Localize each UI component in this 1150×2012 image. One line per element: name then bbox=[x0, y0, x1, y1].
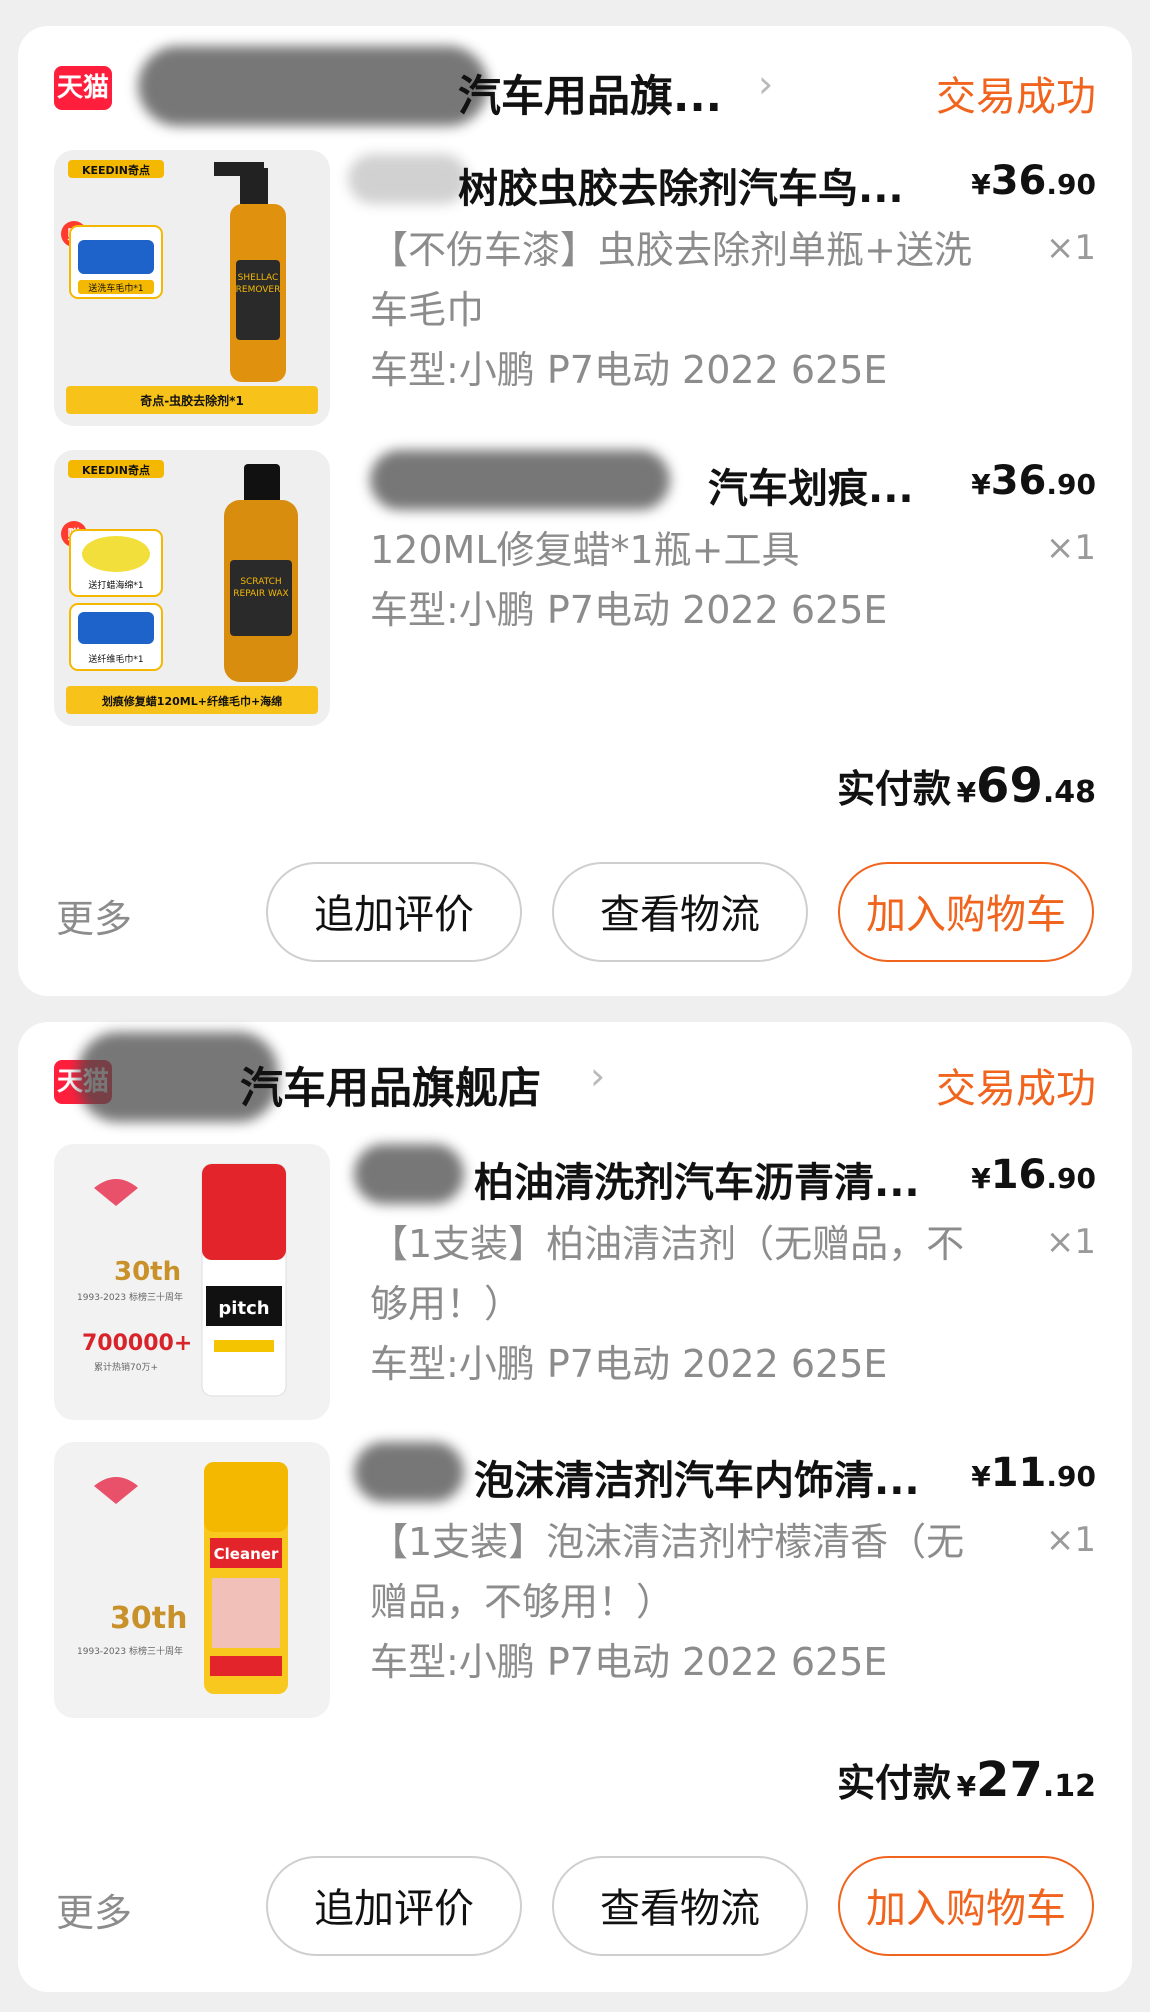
shop-header[interactable]: 天猫 汽车用品旗... › 交易成功 bbox=[18, 26, 1132, 146]
view-logistics-button[interactable]: 查看物流 bbox=[552, 1856, 808, 1956]
order-status: 交易成功 bbox=[936, 1066, 1096, 1112]
shop-header[interactable]: 天猫 汽车用品旗舰店 › 交易成功 bbox=[18, 1022, 1132, 1142]
add-to-cart-button[interactable]: 加入购物车 bbox=[838, 1856, 1094, 1956]
sku-option: 【1支装】泡沫清洁剂柠檬清香（无赠品，不够用！） bbox=[370, 1520, 965, 1624]
vehicle-model: 车型:小鹏 P7电动 2022 625E bbox=[370, 348, 888, 392]
order-item[interactable]: 30th 1993-2023 标榜三十周年 700000+ 累计热销70万+ p… bbox=[18, 1144, 1132, 1424]
add-review-button[interactable]: 追加评价 bbox=[266, 862, 522, 962]
redacted-scribble bbox=[370, 450, 670, 510]
add-review-button[interactable]: 追加评价 bbox=[266, 1856, 522, 1956]
product-title[interactable]: 树胶虫胶去除剂汽车鸟... bbox=[458, 156, 948, 214]
chevron-right-icon[interactable]: › bbox=[590, 1054, 605, 1098]
product-thumbnail[interactable]: 30th 1993-2023 标榜三十周年 700000+ 累计热销70万+ p… bbox=[54, 1144, 330, 1420]
redacted-scribble bbox=[354, 1144, 464, 1204]
chevron-right-icon[interactable]: › bbox=[758, 62, 773, 106]
order-item[interactable]: 30th 1993-2023 标榜三十周年 Cleaner 泡沫清洁剂汽车内饰清… bbox=[18, 1442, 1132, 1722]
product-image: KEEDIN奇点 赠 送洗车毛巾*1 SHELLAC REMOVER 奇点-虫胶… bbox=[54, 150, 330, 426]
gift-label-2: 送纤维毛巾*1 bbox=[88, 653, 143, 665]
product-title[interactable]: 汽车划痕... bbox=[708, 456, 948, 514]
sku-spec: 【不伤车漆】虫胶去除剂单瓶+送洗车毛巾 车型:小鹏 P7电动 2022 625E bbox=[370, 220, 990, 400]
anniversary-sub: 1993-2023 标榜三十周年 bbox=[77, 1291, 183, 1303]
redacted-scribble bbox=[354, 1442, 464, 1502]
product-title[interactable]: 泡沫清洁剂汽车内饰清... bbox=[474, 1448, 954, 1506]
sku-spec: 120ML修复蜡*1瓶+工具 车型:小鹏 P7电动 2022 625E bbox=[370, 520, 990, 640]
sku-option: 【1支装】柏油清洁剂（无赠品，不够用！） bbox=[370, 1222, 965, 1326]
anniversary-sub: 1993-2023 标榜三十周年 bbox=[77, 1645, 183, 1657]
thumbnail-band: 划痕修复蜡120ML+纤维毛巾+海绵 bbox=[102, 694, 282, 708]
item-price: ¥16.90 bbox=[971, 1152, 1096, 1198]
sku-option: 120ML修复蜡*1瓶+工具 bbox=[370, 528, 800, 572]
tmall-logo: 天猫 bbox=[54, 66, 112, 110]
item-quantity: ×1 bbox=[1045, 228, 1096, 268]
item-price: ¥36.90 bbox=[971, 158, 1096, 204]
svg-text:SCRATCH: SCRATCH bbox=[240, 577, 281, 587]
vehicle-model: 车型:小鹏 P7电动 2022 625E bbox=[370, 1640, 888, 1684]
anniversary-mark: 30th bbox=[114, 1257, 181, 1287]
product-image: 30th 1993-2023 标榜三十周年 700000+ 累计热销70万+ p… bbox=[54, 1144, 330, 1420]
product-image: KEEDIN奇点 赠 送打蜡海绵*1 送纤维毛巾*1 SCRATCH REPAI… bbox=[54, 450, 330, 726]
paid-total: 实付款 ¥27.12 bbox=[836, 1752, 1096, 1808]
item-price: ¥11.90 bbox=[971, 1450, 1096, 1496]
add-to-cart-button[interactable]: 加入购物车 bbox=[838, 862, 1094, 962]
order-card[interactable]: 天猫 汽车用品旗... › 交易成功 KEEDIN奇点 赠 送洗车毛巾*1 S bbox=[18, 26, 1132, 996]
product-thumbnail[interactable]: KEEDIN奇点 赠 送打蜡海绵*1 送纤维毛巾*1 SCRATCH REPAI… bbox=[54, 450, 330, 726]
more-button[interactable]: 更多 bbox=[56, 888, 132, 943]
product-title[interactable]: 柏油清洗剂汽车沥青清... bbox=[474, 1150, 954, 1208]
thumbnail-band: 奇点-虫胶去除剂*1 bbox=[140, 393, 244, 408]
svg-text:SHELLAC: SHELLAC bbox=[238, 273, 279, 283]
view-logistics-button[interactable]: 查看物流 bbox=[552, 862, 808, 962]
product-thumbnail[interactable]: 30th 1993-2023 标榜三十周年 Cleaner bbox=[54, 1442, 330, 1718]
sku-spec: 【1支装】柏油清洁剂（无赠品，不够用！） 车型:小鹏 P7电动 2022 625… bbox=[370, 1214, 990, 1394]
brand-tag: KEEDIN奇点 bbox=[82, 463, 150, 477]
sku-spec: 【1支装】泡沫清洁剂柠檬清香（无赠品，不够用！） 车型:小鹏 P7电动 2022… bbox=[370, 1512, 990, 1692]
order-item[interactable]: KEEDIN奇点 赠 送打蜡海绵*1 送纤维毛巾*1 SCRATCH REPAI… bbox=[18, 450, 1132, 730]
gift-label: 送打蜡海绵*1 bbox=[88, 579, 143, 591]
vehicle-model: 车型:小鹏 P7电动 2022 625E bbox=[370, 588, 888, 632]
order-status: 交易成功 bbox=[936, 74, 1096, 120]
item-quantity: ×1 bbox=[1045, 1520, 1096, 1560]
item-quantity: ×1 bbox=[1045, 528, 1096, 568]
svg-text:REMOVER: REMOVER bbox=[236, 285, 281, 295]
order-item[interactable]: KEEDIN奇点 赠 送洗车毛巾*1 SHELLAC REMOVER 奇点-虫胶… bbox=[18, 150, 1132, 430]
shop-name[interactable]: 汽车用品旗舰店 bbox=[240, 1054, 541, 1116]
shop-name[interactable]: 汽车用品旗... bbox=[458, 62, 722, 124]
item-price: ¥36.90 bbox=[971, 458, 1096, 504]
sales-count: 700000+ bbox=[82, 1331, 192, 1356]
item-quantity: ×1 bbox=[1045, 1222, 1096, 1262]
vehicle-model: 车型:小鹏 P7电动 2022 625E bbox=[370, 1342, 888, 1386]
product-thumbnail[interactable]: KEEDIN奇点 赠 送洗车毛巾*1 SHELLAC REMOVER 奇点-虫胶… bbox=[54, 150, 330, 426]
svg-text:REPAIR WAX: REPAIR WAX bbox=[233, 589, 288, 599]
redacted-scribble bbox=[138, 46, 488, 126]
paid-total: 实付款 ¥69.48 bbox=[836, 758, 1096, 814]
can-label: pitch bbox=[218, 1298, 269, 1319]
more-button[interactable]: 更多 bbox=[56, 1882, 132, 1937]
redacted-scribble bbox=[348, 154, 468, 204]
anniversary-mark: 30th bbox=[110, 1601, 187, 1636]
product-image: 30th 1993-2023 标榜三十周年 Cleaner bbox=[54, 1442, 330, 1718]
sales-sub: 累计热销70万+ bbox=[94, 1361, 158, 1373]
can-label: Cleaner bbox=[214, 1545, 279, 1563]
order-card[interactable]: 天猫 汽车用品旗舰店 › 交易成功 30th 1993-2023 标榜三十周年 … bbox=[18, 1022, 1132, 1992]
sku-option: 【不伤车漆】虫胶去除剂单瓶+送洗车毛巾 bbox=[370, 228, 972, 332]
brand-tag: KEEDIN奇点 bbox=[82, 163, 150, 177]
gift-label: 送洗车毛巾*1 bbox=[88, 282, 143, 294]
